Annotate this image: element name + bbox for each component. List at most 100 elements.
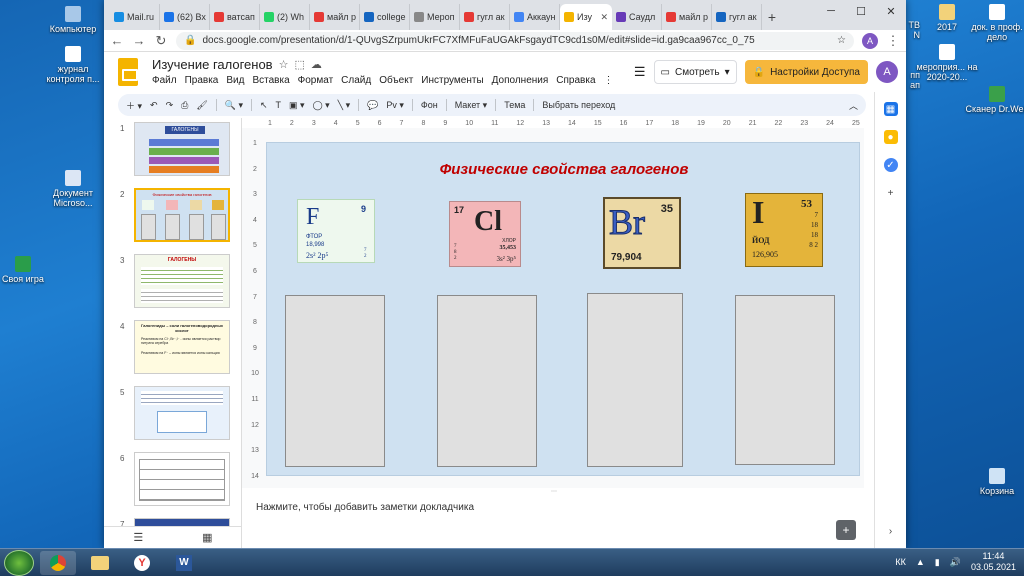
text-box-icon[interactable]: T [276,100,282,110]
menu-addons[interactable]: Дополнения [492,75,549,86]
tab-events[interactable]: Мероп [410,4,460,30]
menu-file[interactable]: Файл [152,75,177,86]
answer-box-1[interactable] [285,295,385,467]
thumbnail-slide-2[interactable]: 2 Физические свойства галогенов [104,186,241,246]
explorer-taskbar-button[interactable] [82,551,118,575]
menu-format[interactable]: Формат [298,75,334,86]
pv-addon-icon[interactable]: Pv ▾ [386,100,404,111]
calendar-icon[interactable]: ▦ [883,102,898,116]
keep-icon[interactable]: ● [883,130,898,144]
new-tab-button[interactable]: + [762,4,782,30]
thumbnail-slide-1[interactable]: 1 ГАЛОГЕНЫ [104,120,241,180]
shape-icon[interactable]: ◯ ▾ [313,100,330,111]
share-button[interactable]: 🔒 Настройки Доступа [744,60,868,84]
tasks-icon[interactable]: ✓ [883,158,898,172]
tray-expand-icon[interactable]: ▲ [916,557,925,567]
network-icon[interactable]: ▮ [935,557,940,568]
desktop-icon-drweb[interactable]: Сканер Dr.Web [962,86,1024,114]
background-button[interactable]: Фон [421,100,438,110]
close-window-button[interactable]: ✕ [876,0,906,22]
thumbnail-slide-3[interactable]: 3 ГАЛОГЕНЫ [104,252,241,312]
tab-yandex-3[interactable]: майл р [662,4,712,30]
desktop-icon-recycle[interactable]: Корзина [962,468,1024,496]
thumbnail-slide-6[interactable]: 6 [104,450,241,510]
menu-view[interactable]: Вид [226,75,244,86]
start-button[interactable] [4,549,34,576]
slide-canvas[interactable]: Физические свойства галогенов F 9 ФТОР 1… [266,142,860,476]
comments-icon[interactable]: ☰ [634,64,646,80]
menu-tools[interactable]: Инструменты [421,75,483,86]
minimize-button[interactable]: ─ [816,0,846,22]
tab-college[interactable]: college [360,4,410,30]
image-icon[interactable]: ▣ ▾ [289,100,305,111]
star-icon[interactable]: ☆ [837,35,846,46]
menu-help[interactable]: Справка [556,75,595,86]
account-avatar[interactable]: A [876,61,898,83]
slides-logo-icon[interactable] [118,58,138,86]
close-tab-icon[interactable]: ✕ [600,12,608,23]
menu-slide[interactable]: Слайд [341,75,371,86]
transition-button[interactable]: Выбрать переход [542,100,615,110]
slide-title[interactable]: Физические свойства галогенов [267,161,861,178]
answer-box-4[interactable] [735,295,835,465]
add-addon-icon[interactable]: + [884,186,898,200]
desktop-icon-journal[interactable]: журнал контроля п... [38,46,108,84]
present-button[interactable]: ▭ Смотреть ▾ [653,60,737,84]
tab-slides-active[interactable]: Изу ✕ [560,4,612,30]
zoom-button[interactable]: 🔍 ▾ [225,100,243,111]
back-button[interactable]: ← [110,33,124,48]
element-card-iodine[interactable]: I 53 ЙОД 126,905 7 18 18 8 2 [745,193,823,267]
address-bar[interactable]: 🔒 docs.google.com/presentation/d/1-QUvgSZ… [176,31,854,50]
menu-edit[interactable]: Правка [185,75,219,86]
desktop-icon-computer[interactable]: Компьютер [38,6,108,34]
thumbnail-slide-5[interactable]: 5 [104,384,241,444]
star-icon[interactable]: ☆ [279,58,289,71]
document-title[interactable]: Изучение галогенов [152,57,273,72]
element-card-bromine[interactable]: Br 35 79,904 [603,197,681,269]
answer-box-2[interactable] [437,295,537,467]
expand-panel-icon[interactable]: › [884,524,898,538]
redo-button[interactable]: ↷ [166,100,174,111]
tab-inbox[interactable]: (62) Вх [160,4,210,30]
maximize-button[interactable]: ☐ [846,0,876,22]
language-indicator[interactable]: КК [895,557,906,567]
tab-yandex-1[interactable]: ватсап [210,4,260,30]
add-note-icon[interactable]: + [836,520,856,540]
new-slide-button[interactable]: ＋ ▾ [126,99,142,112]
tab-whatsapp[interactable]: (2) Wh [260,4,310,30]
system-clock[interactable]: 11:44 03.05.2021 [971,551,1016,573]
reload-button[interactable]: ↻ [154,33,168,49]
thumbnail-slide-4[interactable]: 4 Галогениды – соли галогеноводородных к… [104,318,241,378]
element-card-chlorine[interactable]: 17 Cl ХЛОР 35,453 3s² 3p⁵ 7 8 2 [449,201,521,267]
collapse-toolbar-icon[interactable]: ︿ [849,99,858,112]
yandex-taskbar-button[interactable]: Y [124,551,160,575]
tab-forms[interactable]: Саудл [612,4,662,30]
desktop-icon-doc-prof[interactable]: док. в проф. дело [962,4,1024,42]
menu-insert[interactable]: Вставка [252,75,289,86]
line-icon[interactable]: ╲ ▾ [338,100,350,111]
list-view-icon[interactable]: ☰ [133,531,143,544]
answer-box-3[interactable] [587,293,683,467]
comment-icon[interactable]: 💬 [367,100,378,111]
move-folder-icon[interactable]: ⬚ [294,58,304,71]
desktop-icon-document[interactable]: Документ Microso... [38,170,108,208]
tab-mail[interactable]: Mail.ru [110,4,160,30]
tab-account[interactable]: Аккаун [510,4,560,30]
select-tool-icon[interactable]: ↖ [260,100,268,111]
word-taskbar-button[interactable]: W [166,551,202,575]
chrome-taskbar-button[interactable] [40,550,76,575]
desktop-icon-events[interactable]: мероприя... на 2020-20... [912,44,982,82]
print-icon[interactable]: ⎙ [181,100,188,111]
tab-search[interactable]: гугл ак [712,4,762,30]
element-card-fluorine[interactable]: F 9 ФТОР 18,998 2s² 2p⁵ 7 2 [297,199,375,263]
desktop-icon-game[interactable]: Своя игра [0,256,58,284]
menu-object[interactable]: Объект [379,75,413,86]
undo-button[interactable]: ↶ [150,100,158,111]
paint-format-icon[interactable]: 🖌 [196,100,207,111]
profile-avatar[interactable]: A [862,32,878,49]
layout-button[interactable]: Макет ▾ [455,100,488,111]
theme-button[interactable]: Тема [504,100,525,110]
browser-menu-icon[interactable]: ⋮ [886,33,900,49]
speaker-notes[interactable]: Нажмите, чтобы добавить заметки докладчи… [242,494,864,524]
forward-button[interactable]: → [132,33,146,48]
